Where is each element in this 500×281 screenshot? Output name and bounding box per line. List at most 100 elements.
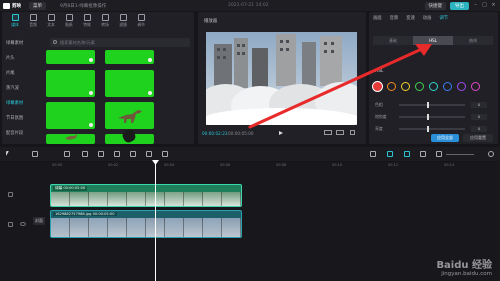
rotate-icon[interactable] xyxy=(146,151,152,157)
track-visible-icon[interactable] xyxy=(20,222,26,226)
tab-media[interactable]: 媒体 xyxy=(6,14,24,34)
tab-transition[interactable]: 转场 xyxy=(96,14,114,34)
swatch-orange[interactable] xyxy=(387,82,396,91)
tab-filter[interactable]: 滤镜 xyxy=(114,14,132,34)
lizard-icon xyxy=(65,134,77,140)
player-title: 播放器 xyxy=(204,19,218,24)
shortcut-button[interactable]: 快捷键 xyxy=(424,1,446,10)
zoom-in-icon[interactable] xyxy=(488,151,494,157)
tab-audio-inspector[interactable]: 音频 xyxy=(390,15,399,21)
track-lock-icon[interactable] xyxy=(8,222,13,227)
apply-all-button[interactable]: 应用全部 xyxy=(431,134,459,142)
category-item[interactable]: 蒸汽波 xyxy=(6,81,42,96)
snap-icon[interactable] xyxy=(387,151,393,157)
category-list: 绿幕素材 片头 片尾 蒸汽波 绿幕素材 节日氛围 配音片段 xyxy=(6,36,42,141)
swatch-blue[interactable] xyxy=(443,82,452,91)
subtab-hsl[interactable]: HSL xyxy=(413,36,453,45)
adjust-icon xyxy=(137,14,145,21)
tab-adjust[interactable]: 调节 xyxy=(132,14,150,34)
crop-icon[interactable] xyxy=(162,151,168,157)
material-thumb[interactable] xyxy=(46,102,95,129)
cover-button[interactable]: 封面 xyxy=(33,217,45,225)
hue-track[interactable] xyxy=(399,104,465,106)
current-time: 00:00:02:23 xyxy=(202,131,228,136)
material-thumb-dinosaur[interactable] xyxy=(105,102,154,129)
lightness-track[interactable] xyxy=(399,128,465,130)
track-lock-icon[interactable] xyxy=(8,192,13,197)
maximize-icon[interactable]: □ xyxy=(482,3,487,8)
tab-picture[interactable]: 画面 xyxy=(373,15,382,21)
category-item[interactable]: 配音片段 xyxy=(6,126,42,141)
tab-animation[interactable]: 动画 xyxy=(423,15,432,21)
select-tool-icon[interactable] xyxy=(6,151,9,156)
fullscreen-icon[interactable] xyxy=(350,130,355,135)
lightness-knob[interactable] xyxy=(427,126,429,132)
search-input[interactable]: 搜索素材名称/元素 xyxy=(50,38,190,47)
project-name: 9月8日1-绿幕抠像操作 xyxy=(60,3,107,9)
menu-button[interactable]: 菜单 xyxy=(29,1,46,10)
inspector-panel: 画面 音频 变速 动画 调节 基础 HSL 曲线 HSL 色相 0 饱和度 0 … xyxy=(369,12,498,144)
hue-value[interactable]: 0 xyxy=(471,102,487,108)
main-clip[interactable]: 1629882757988.jpg 00:00:05:00 xyxy=(50,210,242,238)
slider-saturation: 饱和度 0 xyxy=(375,114,493,120)
reverse-icon[interactable] xyxy=(114,151,120,157)
preview-axis-icon[interactable] xyxy=(420,151,426,157)
freeze-icon[interactable] xyxy=(98,151,104,157)
hue-knob[interactable] xyxy=(427,102,429,108)
category-item[interactable]: 片头 xyxy=(6,51,42,66)
subtab-basic[interactable]: 基础 xyxy=(373,36,413,45)
zoom-out-icon[interactable] xyxy=(436,151,442,157)
tab-adjust-inspector[interactable]: 调节 xyxy=(439,15,448,21)
zoom-slider[interactable] xyxy=(446,154,474,155)
category-item-active[interactable]: 绿幕素材 xyxy=(6,96,42,111)
tab-audio[interactable]: 音频 xyxy=(24,14,42,34)
swatch-magenta[interactable] xyxy=(471,82,480,91)
category-item[interactable]: 节日氛围 xyxy=(6,111,42,126)
material-thumb[interactable] xyxy=(46,134,95,144)
project-date: 2021-07-21 14:02 xyxy=(228,3,269,8)
export-button[interactable]: 导出 xyxy=(450,1,469,10)
material-thumb[interactable] xyxy=(105,128,154,144)
playhead[interactable] xyxy=(155,160,156,281)
mirror-icon[interactable] xyxy=(130,151,136,157)
saturation-value[interactable]: 0 xyxy=(471,114,487,120)
tab-effects[interactable]: 特效 xyxy=(78,14,96,34)
aspect-ratio-icon[interactable] xyxy=(336,130,344,135)
tab-speed[interactable]: 变速 xyxy=(406,15,415,21)
audio-icon xyxy=(29,14,37,21)
material-thumb[interactable] xyxy=(46,50,95,64)
material-thumb[interactable] xyxy=(105,50,154,64)
reset-button[interactable]: 应用重置 xyxy=(463,134,493,142)
category-item[interactable]: 片尾 xyxy=(6,66,42,81)
swatch-yellow[interactable] xyxy=(401,82,410,91)
sticker-icon xyxy=(65,14,73,21)
adjust-subtabs: 基础 HSL 曲线 xyxy=(373,36,493,45)
delete-icon[interactable] xyxy=(82,151,88,157)
saturation-track[interactable] xyxy=(399,116,465,118)
swatch-purple[interactable] xyxy=(457,82,466,91)
close-icon[interactable]: × xyxy=(491,3,496,8)
material-thumb[interactable] xyxy=(46,70,95,97)
link-icon[interactable] xyxy=(404,151,410,157)
app-logo: 剪映 xyxy=(3,2,21,9)
overlay-clip[interactable]: 绿幕 00:00:05:00 xyxy=(50,184,242,207)
subtab-curves[interactable]: 曲线 xyxy=(453,36,493,45)
video-preview[interactable] xyxy=(206,32,357,125)
swatch-green[interactable] xyxy=(415,82,424,91)
mic-icon[interactable] xyxy=(370,151,376,157)
category-item[interactable]: 绿幕素材 xyxy=(6,36,42,51)
split-icon[interactable] xyxy=(64,151,70,157)
undo-icon[interactable] xyxy=(32,151,38,157)
tab-text[interactable]: 文本 xyxy=(42,14,60,34)
swatch-cyan[interactable] xyxy=(429,82,438,91)
minimize-icon[interactable]: – xyxy=(473,3,478,8)
tab-sticker[interactable]: 贴纸 xyxy=(60,14,78,34)
screenshot-icon[interactable] xyxy=(324,130,332,135)
play-icon[interactable] xyxy=(279,131,283,135)
total-time: 00:00:05:00 xyxy=(228,131,254,136)
clip-frames xyxy=(51,192,241,206)
swatch-red[interactable] xyxy=(373,82,382,91)
lightness-value[interactable]: 0 xyxy=(471,126,487,132)
material-thumb[interactable] xyxy=(105,70,154,97)
saturation-knob[interactable] xyxy=(427,114,429,120)
